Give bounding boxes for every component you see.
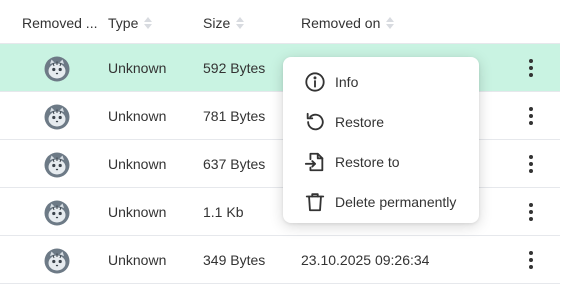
column-header-label: Removed on xyxy=(301,15,381,31)
restore-to-icon xyxy=(304,152,324,172)
table-header: Removed ... Type Size Removed on xyxy=(0,0,560,44)
menu-item-label: Restore xyxy=(335,114,385,130)
sort-icon xyxy=(386,16,395,30)
column-header-label: Size xyxy=(203,15,231,31)
cell-size: 781 Bytes xyxy=(203,108,266,124)
row-actions-icon[interactable] xyxy=(522,56,540,80)
avatar-icon xyxy=(44,152,70,178)
sort-icon xyxy=(236,16,245,30)
column-header-size[interactable]: Size xyxy=(203,15,245,31)
avatar-icon xyxy=(44,56,70,82)
row-actions-icon[interactable] xyxy=(522,152,540,176)
cell-size: 637 Bytes xyxy=(203,156,266,172)
cell-size: 592 Bytes xyxy=(203,60,266,76)
sort-icon xyxy=(144,16,153,30)
menu-item-info[interactable]: Info xyxy=(283,62,479,102)
cell-removed-on: 23.10.2025 09:26:34 xyxy=(301,252,430,268)
table-row[interactable]: Unknown 349 Bytes 23.10.2025 09:26:34 xyxy=(0,236,560,284)
info-icon xyxy=(305,72,325,92)
menu-item-label: Info xyxy=(335,74,359,90)
avatar-icon xyxy=(44,104,70,130)
cell-type: Unknown xyxy=(108,108,167,124)
restore-icon xyxy=(306,112,324,131)
trash-icon xyxy=(305,193,325,212)
column-header-removed-by[interactable]: Removed ... xyxy=(22,15,97,31)
cell-type: Unknown xyxy=(108,204,167,220)
menu-item-restore[interactable]: Restore xyxy=(283,102,479,142)
column-header-type[interactable]: Type xyxy=(108,15,153,31)
cell-size: 349 Bytes xyxy=(203,252,266,268)
cell-type: Unknown xyxy=(108,60,167,76)
menu-item-label: Restore to xyxy=(335,154,400,170)
context-menu: Info Restore Restore to Delete permanent… xyxy=(283,57,479,223)
column-header-label: Removed ... xyxy=(22,15,98,31)
cell-size: 1.1 Kb xyxy=(203,204,244,220)
column-header-removed-on[interactable]: Removed on xyxy=(301,15,395,31)
menu-item-delete-permanently[interactable]: Delete permanently xyxy=(283,182,479,222)
cell-type: Unknown xyxy=(108,156,167,172)
row-actions-icon[interactable] xyxy=(522,200,540,224)
menu-item-restore-to[interactable]: Restore to xyxy=(283,142,479,182)
row-actions-icon[interactable] xyxy=(522,104,540,128)
menu-item-label: Delete permanently xyxy=(335,194,457,210)
avatar-icon xyxy=(44,200,70,226)
avatar-icon xyxy=(44,248,70,274)
row-actions-icon[interactable] xyxy=(522,248,540,272)
column-header-label: Type xyxy=(108,15,139,31)
cell-type: Unknown xyxy=(108,252,167,268)
